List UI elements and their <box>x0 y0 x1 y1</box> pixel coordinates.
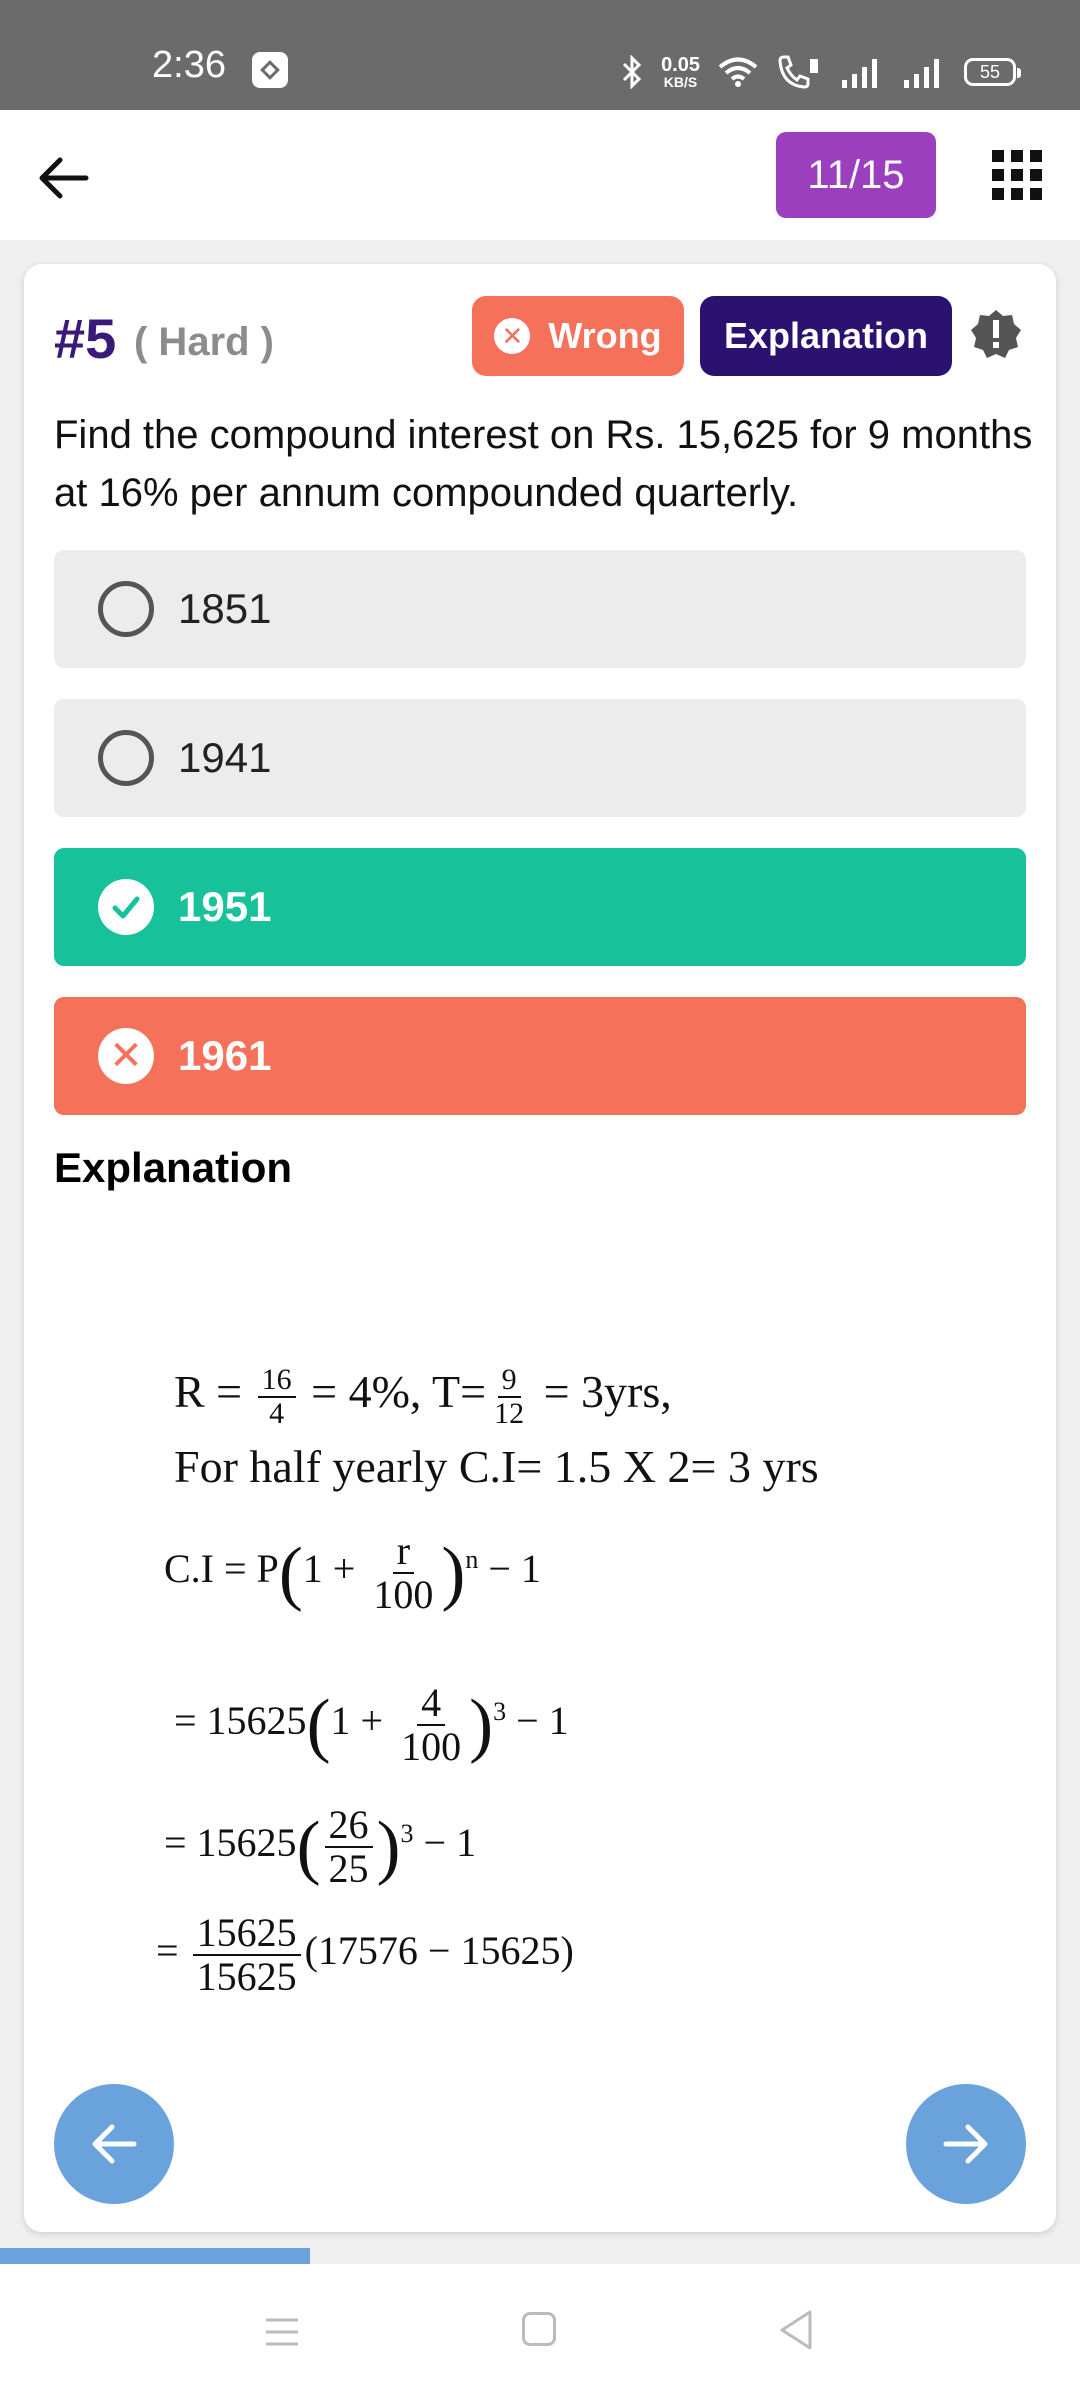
status-icons: 0.05 KB/S 55 <box>621 52 1021 92</box>
system-nav-bar <box>0 2264 1080 2400</box>
fraction: 9 12 <box>494 1363 525 1430</box>
fraction: 15625 15625 <box>192 1912 301 1998</box>
math-line-2: For half yearly C.I= 1.5 X 2= 3 yrs <box>174 1441 819 1492</box>
option-label: 1851 <box>178 585 272 632</box>
question-number: #5 <box>54 307 117 370</box>
question-difficulty: ( Hard ) <box>134 320 274 364</box>
question-text: Find the compound interest on Rs. 15,625… <box>54 413 1033 515</box>
math-line-3: C.I = P(1 + r 100)n − 1 <box>164 1528 541 1617</box>
signal-strength-icon-2 <box>904 59 939 88</box>
fraction: r 100 <box>373 1528 434 1617</box>
fraction: 26 25 <box>324 1804 373 1890</box>
close-circle-icon: ✕ <box>98 1028 154 1084</box>
system-back-icon[interactable] <box>776 2308 816 2352</box>
arrow-right-icon <box>943 2124 988 2164</box>
grid-menu-icon[interactable] <box>992 150 1042 200</box>
previous-question-button[interactable] <box>54 2084 174 2204</box>
status-time: 2:36 <box>152 44 226 86</box>
radio-unchecked-icon <box>98 730 154 786</box>
next-question-button[interactable] <box>906 2084 1026 2204</box>
math-line-1: R = 16 4 = 4%, T= 9 12 = 3yrs, <box>174 1363 672 1430</box>
arrow-left-icon <box>92 2124 137 2164</box>
wrong-result-badge: ✕ Wrong <box>472 296 684 376</box>
home-icon[interactable] <box>522 2312 556 2346</box>
fraction: 4 100 <box>401 1680 462 1769</box>
fraction: 16 4 <box>257 1364 296 1429</box>
question-counter[interactable]: 11/15 <box>776 132 936 218</box>
back-arrow-icon[interactable] <box>32 146 96 210</box>
report-icon[interactable] <box>970 308 1022 360</box>
option-label: 1941 <box>178 734 272 781</box>
explanation-button[interactable]: Explanation <box>700 296 952 376</box>
recent-apps-icon[interactable] <box>264 2316 300 2348</box>
math-line-5: = 15625(26 25)3 − 1 <box>164 1802 477 1891</box>
math-line-6: = 15625 15625 (17576 − 15625) <box>156 1910 574 1999</box>
question-card: #5 ( Hard ) ✕ Wrong Explanation Find the… <box>24 264 1056 2232</box>
option-label: 1961 <box>178 1032 272 1079</box>
check-circle-icon <box>98 879 154 935</box>
volte-call-icon <box>778 55 818 89</box>
option-4-wrong[interactable]: ✕ 1961 <box>54 997 1026 1115</box>
bluetooth-icon <box>623 55 642 89</box>
option-3-correct[interactable]: 1951 <box>54 848 1026 966</box>
wifi-icon <box>718 57 758 87</box>
status-bar: 2:36 0.05 KB/S 55 <box>0 0 1080 110</box>
option-2[interactable]: 1941 <box>54 699 1026 817</box>
quiz-progress-fill <box>0 2248 310 2264</box>
close-circle-icon: ✕ <box>494 318 531 354</box>
option-1[interactable]: 1851 <box>54 550 1026 668</box>
battery-icon: 55 <box>964 58 1021 86</box>
notification-app-icon <box>252 52 288 88</box>
quiz-progress-bar <box>0 2248 1080 2264</box>
app-bar: 11/15 <box>0 110 1080 240</box>
math-line-4: = 15625(1 + 4 100)3 − 1 <box>174 1680 569 1769</box>
wrong-label: Wrong <box>548 315 662 356</box>
explanation-heading: Explanation <box>54 1144 293 1191</box>
signal-strength-icon <box>842 59 877 88</box>
radio-unchecked-icon <box>98 581 154 637</box>
network-speed: 0.05 KB/S <box>661 54 700 90</box>
option-label: 1951 <box>178 883 272 930</box>
